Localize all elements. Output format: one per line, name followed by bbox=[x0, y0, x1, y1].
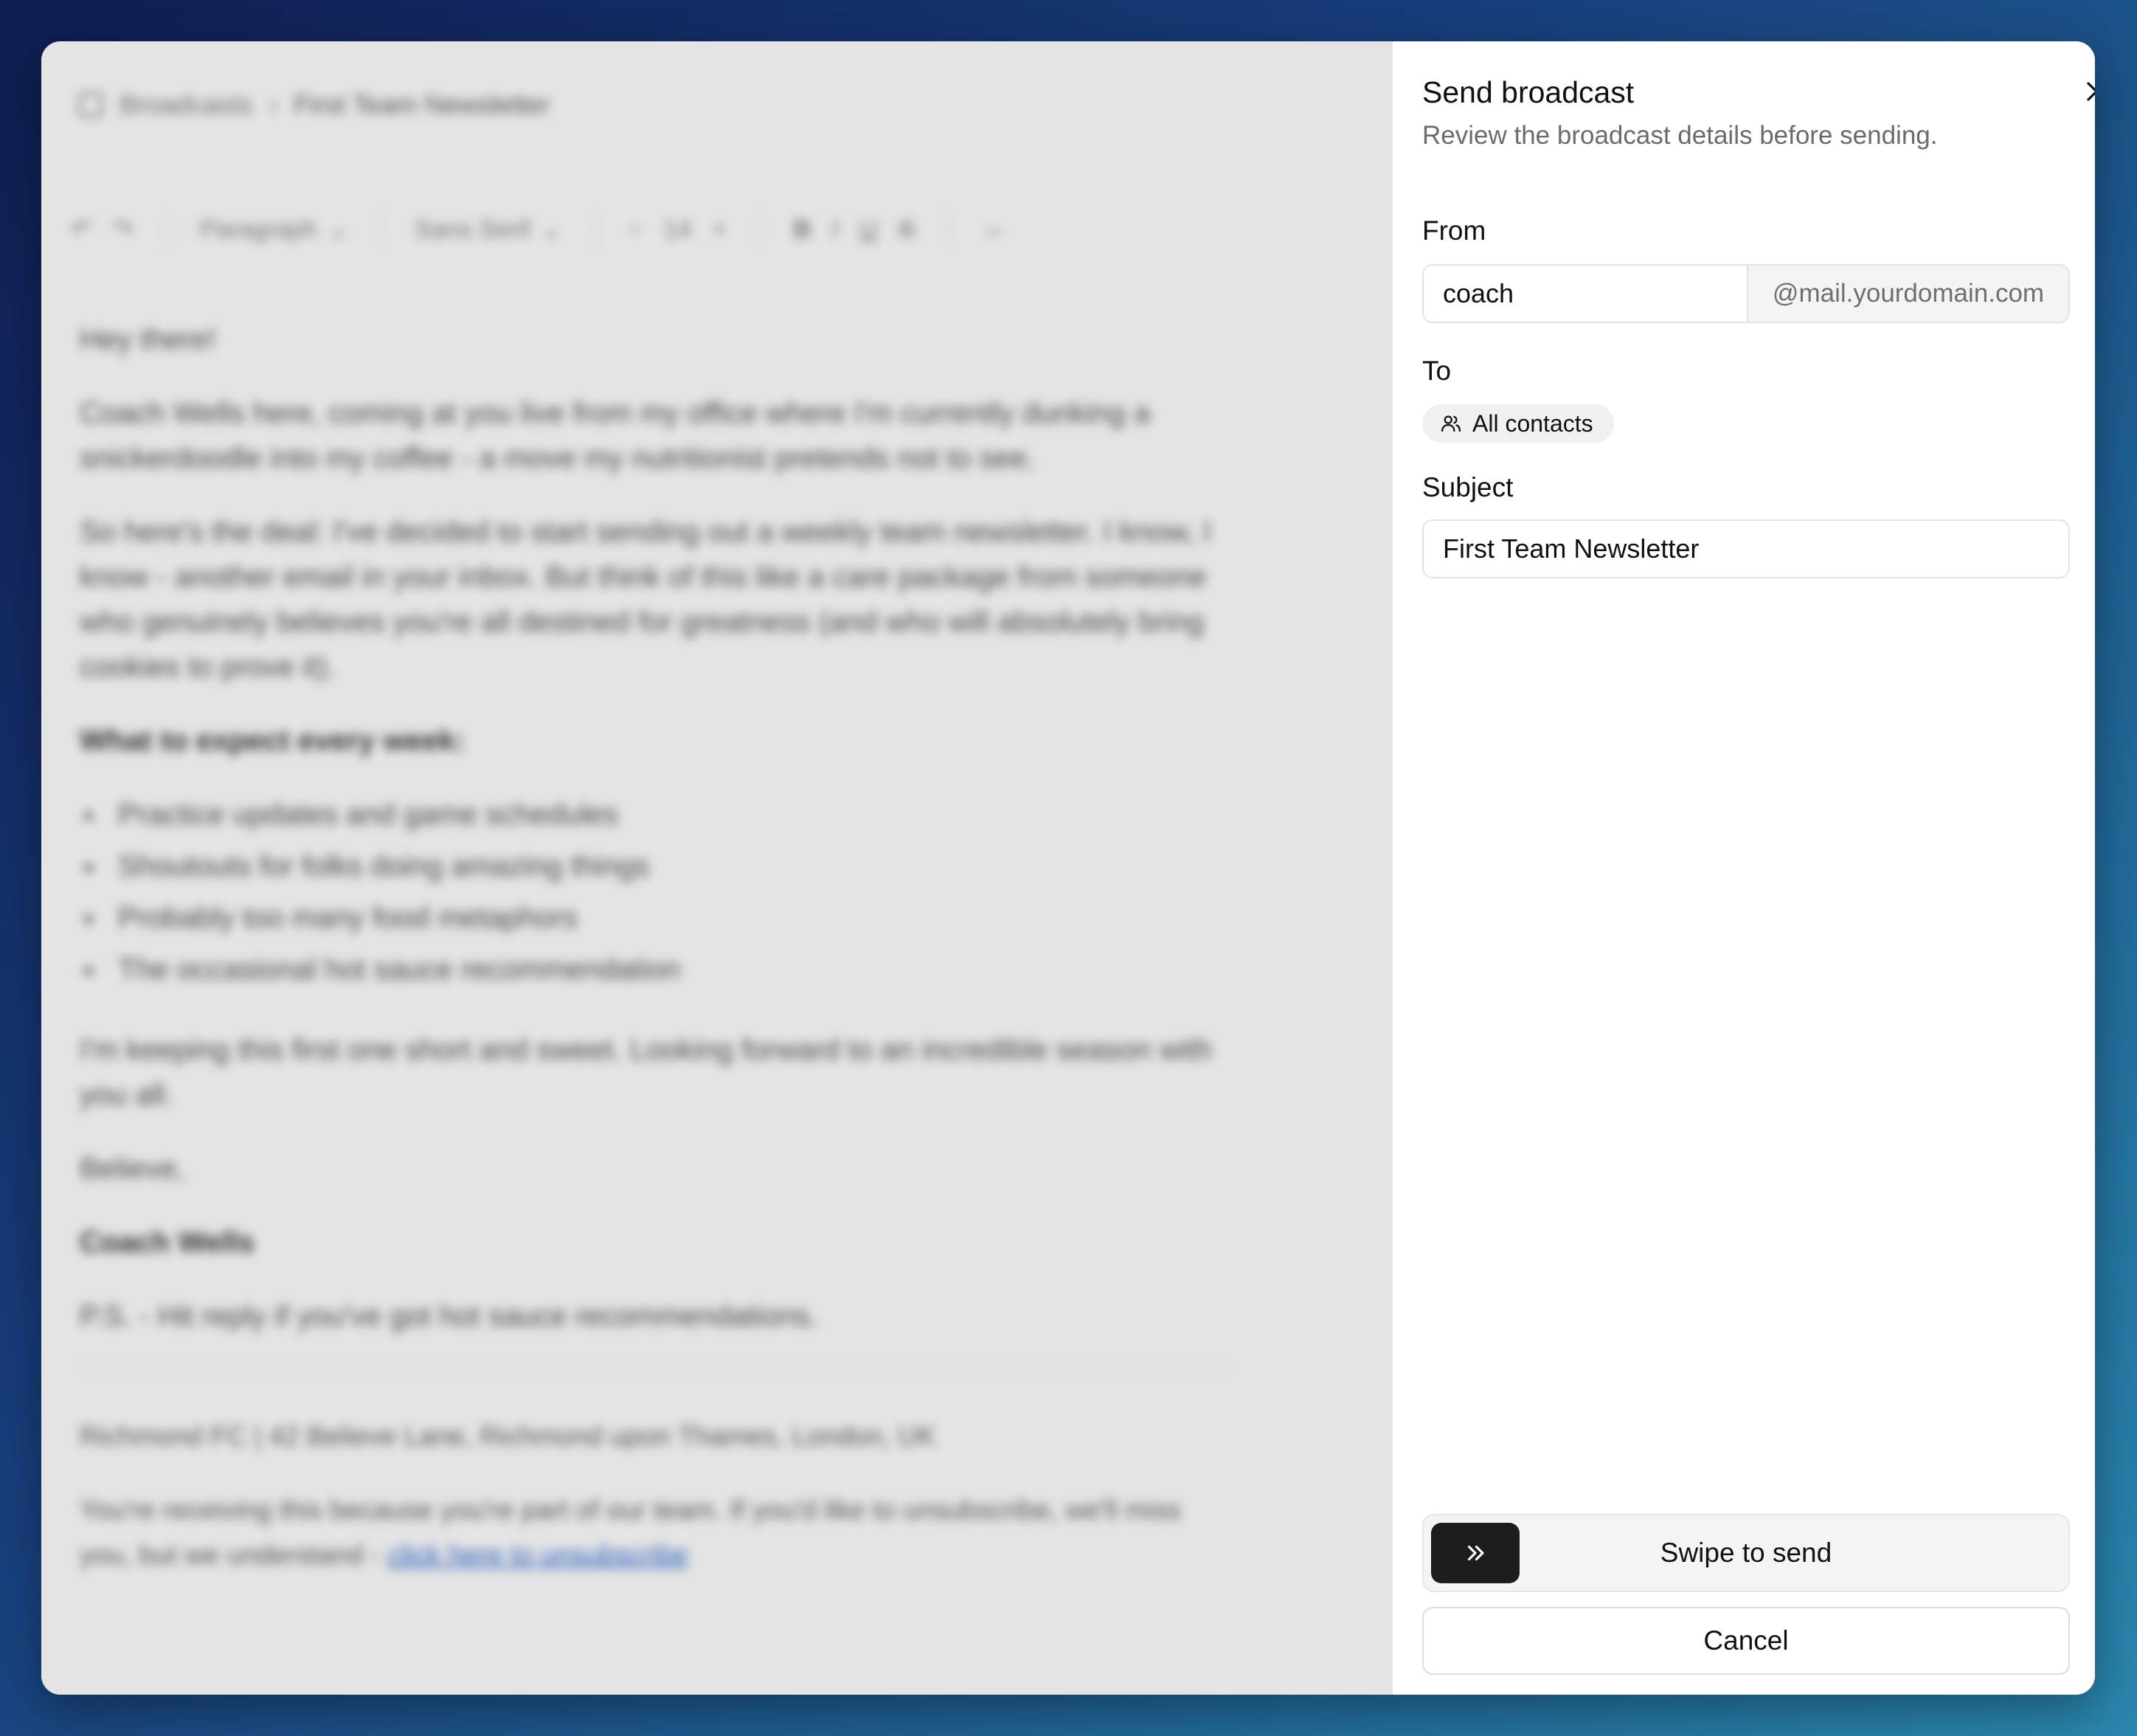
font-increase-button[interactable]: + bbox=[712, 215, 727, 244]
footer-address: Richmond FC | 42 Believe Lane, Richmond … bbox=[80, 1421, 936, 1451]
italic-button[interactable]: I bbox=[832, 215, 839, 244]
broadcast-editor: Broadcasts › First Team Newsletter ↶ ↷ P… bbox=[41, 41, 1393, 1695]
chevron-down-icon: ⌄ bbox=[327, 215, 349, 243]
panel-subtitle: Review the broadcast details before send… bbox=[1422, 121, 1938, 150]
chevrons-right-icon bbox=[1467, 1545, 1484, 1561]
recipients-chip-label: All contacts bbox=[1472, 409, 1593, 437]
breadcrumb-separator: › bbox=[269, 89, 278, 120]
list-item: Probably too many food metaphors bbox=[80, 896, 1230, 947]
panel-title: Send broadcast bbox=[1422, 75, 1635, 109]
greeting-text: Hey there! bbox=[80, 323, 216, 356]
list-item: Shoutouts for folks doing amazing things bbox=[80, 844, 1230, 896]
chevron-down-icon: ⌄ bbox=[541, 215, 562, 243]
footer-notice: You're receiving this because you're par… bbox=[80, 1487, 1230, 1577]
strikethrough-button[interactable]: S bbox=[898, 215, 915, 244]
signoff-text: Believe, bbox=[80, 1152, 185, 1185]
swipe-handle[interactable] bbox=[1431, 1523, 1520, 1583]
section-heading: What to expect every week: bbox=[80, 725, 465, 757]
toolbar-divider bbox=[381, 211, 383, 248]
toolbar-divider bbox=[759, 211, 761, 248]
undo-icon[interactable]: ↶ bbox=[71, 215, 92, 244]
toolbar-divider bbox=[947, 211, 949, 248]
toolbar-divider bbox=[166, 211, 167, 248]
recipients-chip[interactable]: All contacts bbox=[1422, 404, 1614, 443]
body-paragraph: I'm keeping this first one short and swe… bbox=[80, 1034, 1213, 1111]
send-broadcast-panel: Send broadcast Review the broadcast deta… bbox=[1393, 41, 2095, 1695]
users-icon bbox=[1441, 415, 1461, 432]
font-size-value[interactable]: 14 bbox=[664, 215, 692, 244]
editor-blurred-content: Broadcasts › First Team Newsletter ↶ ↷ P… bbox=[41, 41, 1393, 1695]
postscript-text: P.S. - Hit reply if you've got hot sauce… bbox=[80, 1300, 818, 1332]
toolbar-divider bbox=[594, 211, 596, 248]
cancel-button[interactable]: Cancel bbox=[1422, 1607, 2070, 1675]
redo-icon[interactable]: ↷ bbox=[113, 215, 134, 244]
from-domain-suffix: @mail.yourdomain.com bbox=[1747, 266, 2068, 322]
breadcrumb-current: First Team Newsletter bbox=[294, 89, 550, 120]
bullet-list: Practice updates and game schedules Shou… bbox=[80, 792, 1230, 999]
swipe-to-send-slider[interactable]: Swipe to send bbox=[1422, 1514, 2070, 1592]
from-label: From bbox=[1422, 215, 1486, 246]
bold-button[interactable]: B bbox=[793, 215, 811, 244]
subject-input[interactable] bbox=[1422, 519, 2070, 578]
block-type-select[interactable]: Paragraph ⌄ bbox=[200, 215, 348, 244]
body-paragraph: So here's the deal: I've decided to star… bbox=[80, 516, 1211, 683]
unsubscribe-link[interactable]: click here to unsubscribe bbox=[388, 1540, 688, 1570]
to-label: To bbox=[1422, 356, 1452, 386]
subject-label: Subject bbox=[1422, 472, 1514, 502]
from-input[interactable] bbox=[1424, 266, 1747, 322]
app-window: Broadcasts › First Team Newsletter ↶ ↷ P… bbox=[41, 41, 2095, 1695]
broadcast-icon bbox=[78, 92, 103, 117]
link-icon[interactable]: ⇔ bbox=[981, 215, 1006, 244]
footer-divider bbox=[80, 1368, 1230, 1369]
font-family-select[interactable]: Sans Serif ⌄ bbox=[415, 215, 561, 244]
close-icon bbox=[2087, 82, 2095, 101]
breadcrumb: Broadcasts › First Team Newsletter bbox=[78, 83, 550, 127]
signature-text: Coach Wells bbox=[80, 1226, 255, 1259]
close-button[interactable] bbox=[2076, 71, 2095, 112]
font-family-label: Sans Serif bbox=[415, 215, 531, 243]
from-field: @mail.yourdomain.com bbox=[1422, 264, 2070, 323]
editor-toolbar: ↶ ↷ Paragraph ⌄ Sans Serif ⌄ − 14 + B I bbox=[71, 204, 1393, 255]
email-body[interactable]: Hey there! Coach Wells here, coming at y… bbox=[80, 317, 1230, 1606]
font-decrease-button[interactable]: − bbox=[628, 215, 643, 244]
breadcrumb-root[interactable]: Broadcasts bbox=[120, 89, 252, 120]
underline-button[interactable]: U bbox=[859, 215, 878, 244]
list-item: Practice updates and game schedules bbox=[80, 792, 1230, 844]
body-paragraph: Coach Wells here, coming at you live fro… bbox=[80, 397, 1151, 474]
list-item: The occasional hot sauce recommendation bbox=[80, 947, 1230, 999]
block-type-label: Paragraph bbox=[200, 215, 317, 243]
swipe-label: Swipe to send bbox=[1660, 1538, 1832, 1568]
